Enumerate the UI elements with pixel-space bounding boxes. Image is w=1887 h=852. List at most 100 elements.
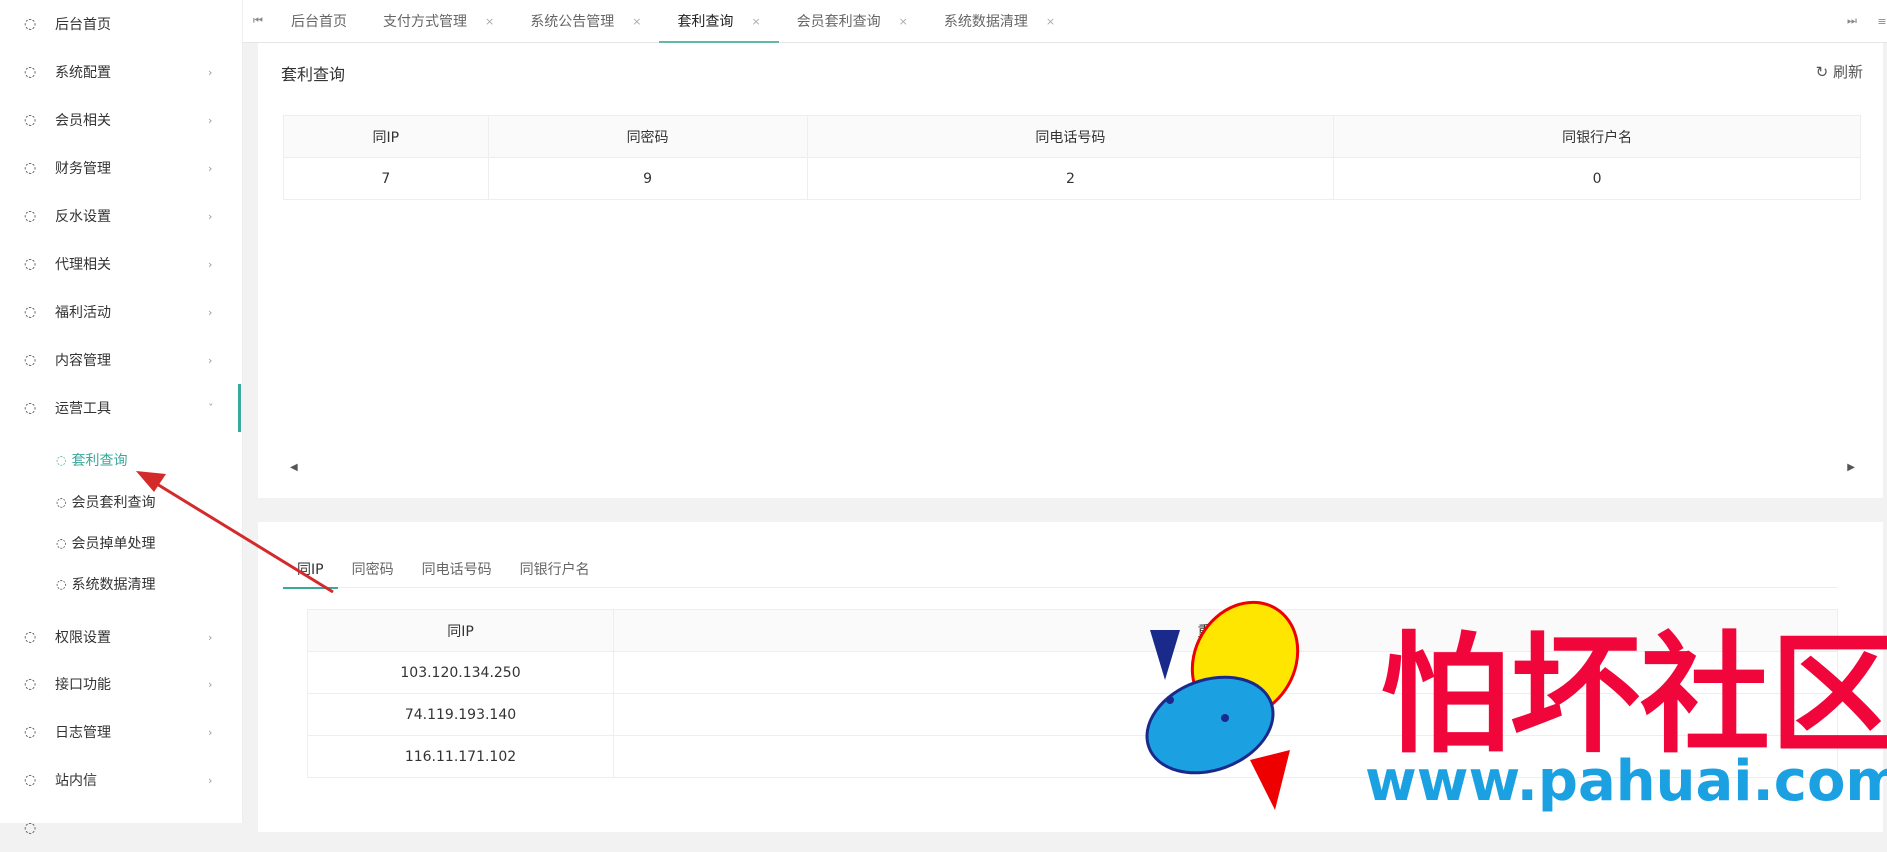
chevron-right-icon: ›: [208, 725, 213, 739]
tab-same-bank-name[interactable]: 同银行户名: [506, 555, 604, 588]
menu-item-home[interactable]: ◌ 后台首页: [0, 0, 241, 48]
menu-item-promotions[interactable]: ◌ 福利活动 ›: [0, 288, 241, 336]
table-row: 103.120.134.250: [307, 651, 1838, 694]
chevron-right-icon: ›: [208, 677, 213, 691]
menu-icon: ◌: [24, 400, 37, 416]
close-icon[interactable]: ×: [632, 15, 641, 28]
menu-icon: ◌: [56, 536, 67, 550]
sidebar: ◌ 后台首页 ◌ 系统配置 › ◌ 会员相关 › ◌ 财务管理 › ◌ 反水设置 › ◌ 代理相关 ›…: [0, 0, 243, 836]
detail-tabs: 同IP 同密码 同电话号码 同银行户名: [283, 555, 1838, 589]
menu-icon: ◌: [24, 820, 37, 836]
tab-payment-methods[interactable]: 支付方式管理 ×: [365, 0, 512, 43]
chevron-down-icon: ˇ: [208, 401, 214, 415]
cell: [613, 735, 1838, 778]
col-duplicate-accounts: 重复账号: [613, 609, 1838, 652]
menu-icon: ◌: [24, 16, 37, 32]
menu-icon: ◌: [24, 208, 37, 224]
menu-item-finance[interactable]: ◌ 财务管理 ›: [0, 144, 241, 192]
menu-item-interfaces[interactable]: ◌ 接口功能 ›: [0, 660, 241, 708]
submenu-item-data-cleanup[interactable]: ◌ 系统数据清理: [56, 564, 155, 604]
menu-item-messages[interactable]: ◌ 站内信 ›: [0, 756, 241, 804]
cell: [613, 651, 1838, 694]
chevron-right-icon: ›: [208, 209, 213, 223]
col-same-password: 同密码: [487, 115, 808, 158]
tab-same-password[interactable]: 同密码: [338, 555, 408, 588]
menu-icon: ◌: [56, 453, 67, 467]
tab-announcements[interactable]: 系统公告管理 ×: [512, 0, 659, 43]
table-row: 7 9 2 0: [283, 157, 1861, 200]
menu-item-operations[interactable]: ◌ 运营工具 ˇ: [0, 384, 241, 432]
menu-icon: ◌: [24, 112, 37, 128]
submenu-item-arbitrage-query[interactable]: ◌ 套利查询: [56, 440, 127, 480]
menu-icon: ◌: [24, 352, 37, 368]
menu-icon: ◌: [56, 577, 67, 591]
col-ip: 同IP: [307, 609, 614, 652]
close-icon[interactable]: ×: [485, 15, 494, 28]
col-same-phone: 同电话号码: [806, 115, 1335, 158]
submenu-item-dropped-orders[interactable]: ◌ 会员掉单处理: [56, 523, 155, 563]
chevron-right-icon: ›: [208, 65, 213, 79]
tab-bar: ⏮ 后台首页 支付方式管理 × 系统公告管理 × 套利查询 × 会员套利查询 × 系统数…: [243, 0, 1887, 43]
page-title: 套利查询: [281, 65, 346, 84]
menu-icon: ◌: [24, 772, 37, 788]
close-icon[interactable]: ×: [899, 15, 908, 28]
tab-arbitrage-query[interactable]: 套利查询 ×: [659, 0, 779, 43]
cell: 116.11.171.102: [307, 735, 614, 778]
tab-same-ip[interactable]: 同IP: [283, 555, 338, 589]
menu-icon: ◌: [24, 64, 37, 80]
refresh-button[interactable]: ↻ 刷新: [1816, 61, 1863, 82]
menu-item-content[interactable]: ◌ 内容管理 ›: [0, 336, 241, 384]
cell: 0: [1333, 157, 1861, 200]
table-row: 74.119.193.140: [307, 693, 1838, 736]
menu-icon[interactable]: ≡: [1867, 15, 1887, 28]
cell: 74.119.193.140: [307, 693, 614, 736]
close-icon[interactable]: ×: [751, 15, 760, 28]
cell: 7: [283, 157, 489, 200]
summary-table: 同IP 同密码 同电话号码 同银行户名 7 9 2 0: [283, 115, 1861, 200]
menu-icon: ◌: [24, 676, 37, 692]
menu-item-rebate[interactable]: ◌ 反水设置 ›: [0, 192, 241, 240]
scroll-right-icon[interactable]: ▶: [1847, 462, 1855, 473]
chevron-right-icon: ›: [208, 630, 213, 644]
scroll-tabs-left-icon[interactable]: ⏮: [243, 14, 273, 28]
menu-item-partial[interactable]: ◌: [0, 804, 241, 852]
tab-home[interactable]: 后台首页: [273, 0, 365, 43]
cell: 103.120.134.250: [307, 651, 614, 694]
scroll-left-icon[interactable]: ◀: [290, 462, 298, 473]
chevron-right-icon: ›: [208, 305, 213, 319]
menu-icon: ◌: [24, 629, 37, 645]
close-icon[interactable]: ×: [1046, 15, 1055, 28]
menu-icon: ◌: [24, 160, 37, 176]
refresh-icon: ↻: [1815, 63, 1829, 81]
chevron-right-icon: ›: [208, 161, 213, 175]
tab-member-arbitrage[interactable]: 会员套利查询 ×: [779, 0, 926, 43]
chevron-right-icon: ›: [208, 113, 213, 127]
scroll-tabs-right-icon[interactable]: ⏭: [1837, 14, 1867, 28]
menu-item-agents[interactable]: ◌ 代理相关 ›: [0, 240, 241, 288]
col-same-bank-name: 同银行户名: [1333, 115, 1861, 158]
table-row: 116.11.171.102: [307, 735, 1838, 778]
menu-item-members[interactable]: ◌ 会员相关 ›: [0, 96, 241, 144]
summary-panel: 套利查询 ↻ 刷新 同IP 同密码 同电话号码 同银行户名 7 9 2 0 ◀ …: [258, 43, 1883, 498]
detail-table: 同IP 重复账号 103.120.134.250 74.119.193.140 …: [307, 609, 1838, 778]
menu-icon: ◌: [24, 724, 37, 740]
table-header: 同IP 同密码 同电话号码 同银行户名: [283, 115, 1861, 158]
menu-item-system-config[interactable]: ◌ 系统配置 ›: [0, 48, 241, 96]
menu-icon: ◌: [24, 256, 37, 272]
tab-data-cleanup[interactable]: 系统数据清理 ×: [926, 0, 1073, 43]
menu-item-logs[interactable]: ◌ 日志管理 ›: [0, 708, 241, 756]
chevron-right-icon: ›: [208, 257, 213, 271]
submenu-item-member-arbitrage[interactable]: ◌ 会员套利查询: [56, 482, 155, 522]
tab-same-phone[interactable]: 同电话号码: [408, 555, 506, 588]
menu-item-permissions[interactable]: ◌ 权限设置 ›: [0, 613, 241, 661]
menu-icon: ◌: [56, 495, 67, 509]
cell: [613, 693, 1838, 736]
col-same-ip: 同IP: [283, 115, 489, 158]
chevron-right-icon: ›: [208, 353, 213, 367]
cell: 9: [487, 157, 808, 200]
detail-panel: 同IP 同密码 同电话号码 同银行户名 同IP 重复账号 103.120.134…: [258, 522, 1883, 832]
cell: 2: [806, 157, 1335, 200]
chevron-right-icon: ›: [208, 773, 213, 787]
menu-icon: ◌: [24, 304, 37, 320]
table-header: 同IP 重复账号: [307, 609, 1838, 652]
